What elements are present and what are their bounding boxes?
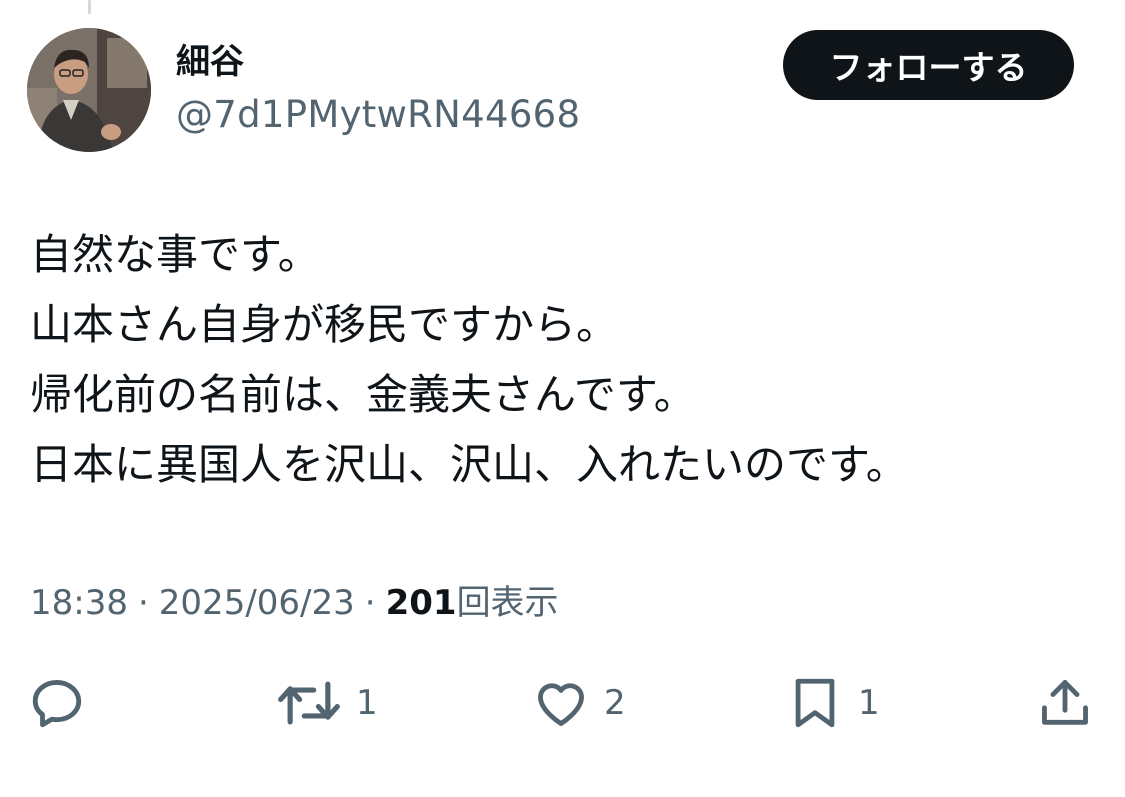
user-handle[interactable]: @7d1PMytwRN44668 [176,92,580,138]
tweet-text: 自然な事です。 山本さん自身が移民ですから。 帰化前の名前は、金義夫さんです。 … [30,220,1100,500]
tweet-meta: 18:38 · 2025/06/23 · 201回表示 [30,580,559,626]
tweet-line: 自然な事です。 [30,230,320,279]
reply-button[interactable] [28,668,86,738]
like-count: 2 [604,683,626,723]
tweet-line: 山本さん自身が移民ですから。 [30,300,619,349]
reply-icon [32,680,82,728]
follow-button[interactable]: フォローする [783,30,1074,100]
tweet-time[interactable]: 18:38 [30,583,128,623]
bookmark-button[interactable]: 1 [786,668,880,738]
retweet-button[interactable]: 1 [276,668,378,738]
share-button[interactable] [1036,668,1094,738]
display-name[interactable]: 細谷 [176,40,244,84]
tweet-date[interactable]: 2025/06/23 [159,583,355,623]
retweet-count: 1 [356,683,378,723]
tweet-line: 日本に異国人を沢山、沢山、入れたいのです。 [30,440,908,489]
like-button[interactable]: 2 [532,668,626,738]
thread-connector-line [88,0,91,14]
views-count[interactable]: 201 [386,583,457,623]
retweet-icon [278,681,340,725]
views-label: 回表示 [456,583,559,623]
tweet-line: 帰化前の名前は、金義夫さんです。 [30,370,696,419]
bookmark-icon [795,678,835,728]
bookmark-count: 1 [858,683,880,723]
heart-icon [538,683,584,726]
avatar[interactable] [27,28,151,152]
avatar-photo-icon [27,28,151,152]
meta-separator: · [364,583,376,623]
meta-separator: · [137,583,149,623]
share-icon [1042,680,1088,725]
